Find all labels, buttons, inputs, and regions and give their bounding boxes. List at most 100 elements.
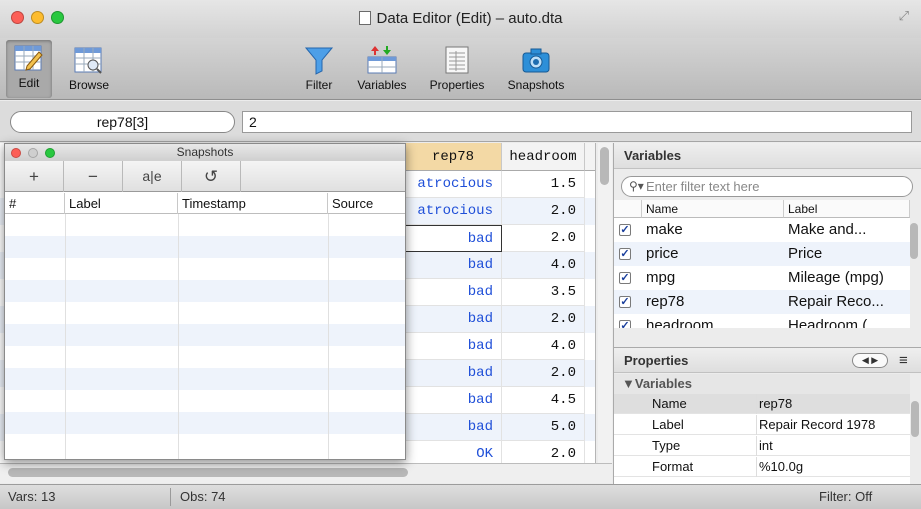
- snapshots-col-timestamp[interactable]: Timestamp: [178, 193, 328, 214]
- search-icon[interactable]: ⚲▾: [629, 177, 644, 196]
- snapshots-col-number[interactable]: #: [5, 193, 65, 214]
- variable-name: rep78: [646, 293, 685, 310]
- grid-horizontal-scroll-thumb[interactable]: [8, 468, 408, 477]
- snapshots-button[interactable]: Snapshots: [500, 40, 572, 92]
- edit-mode-button[interactable]: Edit: [6, 40, 52, 98]
- vars-count: Vars: 13: [8, 489, 56, 504]
- column-header-rep78[interactable]: rep78: [405, 143, 502, 171]
- properties-menu-icon[interactable]: ≡: [899, 348, 908, 374]
- status-bar: Vars: 13 Obs: 74 Filter: Off: [0, 484, 921, 509]
- variables-col-name[interactable]: Name: [642, 200, 784, 218]
- grid-vertical-scroll-thumb[interactable]: [600, 147, 609, 185]
- properties-table: Name rep78 Label Repair Record 1978 Type int F…: [614, 394, 910, 484]
- cell-headroom[interactable]: 4.0: [502, 252, 585, 279]
- cell-reference-field[interactable]: rep78[3]: [10, 111, 235, 133]
- toolbar: Edit Browse Filter Variables Properties …: [0, 38, 921, 100]
- variable-row[interactable]: ✓ headroom Headroom (: [614, 314, 910, 328]
- properties-panel-title: Properties ◀ ▶ ≡: [614, 347, 921, 373]
- properties-group-header[interactable]: ▼Variables: [614, 374, 910, 394]
- cell-headroom[interactable]: 3.5: [502, 279, 585, 306]
- property-row[interactable]: Type int: [614, 436, 910, 456]
- variables-table: Name Label ✓ make Make and... ✓ price Price ✓ m…: [614, 200, 910, 328]
- cell-rep78[interactable]: OK: [405, 441, 502, 463]
- cell-headroom[interactable]: 2.0: [502, 225, 585, 252]
- status-divider: [170, 488, 171, 506]
- variable-label: Repair Reco...: [788, 293, 884, 310]
- cell-headroom[interactable]: 5.0: [502, 414, 585, 441]
- variable-label: Mileage (mpg): [788, 269, 884, 286]
- property-row[interactable]: Label Repair Record 1978: [614, 415, 910, 435]
- variable-checkbox[interactable]: ✓: [619, 224, 631, 236]
- variable-checkbox[interactable]: ✓: [619, 320, 631, 328]
- remove-snapshot-button[interactable]: −: [64, 161, 123, 192]
- window-title: Data Editor (Edit) – auto.dta: [0, 10, 921, 27]
- property-row[interactable]: Format %10.0g: [614, 457, 910, 477]
- grid-vertical-scrollbar[interactable]: [598, 143, 612, 463]
- variables-col-check: [614, 200, 642, 218]
- cell-rep78[interactable]: bad: [405, 252, 502, 279]
- cell-headroom[interactable]: 2.0: [502, 441, 585, 463]
- property-value: Repair Record 1978: [756, 415, 906, 435]
- prev-next-variable-buttons[interactable]: ◀ ▶: [852, 353, 888, 368]
- variables-filter-input[interactable]: ⚲▾ Enter filter text here: [621, 176, 913, 197]
- fullscreen-icon[interactable]: ⤢: [899, 8, 909, 24]
- filter-button[interactable]: Filter: [297, 40, 341, 92]
- snapshots-toolbar: + − a|e ↺: [5, 161, 405, 192]
- variable-row[interactable]: ✓ rep78 Repair Reco...: [614, 290, 910, 314]
- cell-rep78[interactable]: atrocious: [405, 198, 502, 225]
- camera-icon: [522, 48, 550, 73]
- cell-headroom[interactable]: 1.5: [502, 171, 585, 198]
- document-icon: [358, 11, 371, 25]
- snapshots-divider: [65, 214, 66, 459]
- cell-rep78[interactable]: bad: [405, 306, 502, 333]
- snapshots-close-button[interactable]: [11, 148, 21, 158]
- cell-headroom[interactable]: 2.0: [502, 360, 585, 387]
- cell-rep78[interactable]: bad: [405, 414, 502, 441]
- column-header-headroom[interactable]: headroom: [502, 143, 585, 171]
- cell-rep78[interactable]: bad: [405, 225, 502, 252]
- cell-value-input[interactable]: 2: [242, 111, 912, 133]
- add-snapshot-button[interactable]: +: [5, 161, 64, 192]
- snapshots-zoom-button[interactable]: [45, 148, 55, 158]
- snapshots-col-source[interactable]: Source: [328, 193, 405, 214]
- browse-mode-button[interactable]: Browse: [63, 40, 115, 92]
- browse-grid-icon: [74, 47, 102, 74]
- cell-rep78[interactable]: bad: [405, 387, 502, 414]
- variable-row[interactable]: ✓ price Price: [614, 242, 910, 266]
- property-key: Name: [652, 396, 687, 411]
- variables-col-label[interactable]: Label: [784, 200, 910, 218]
- snapshots-window: Snapshots + − a|e ↺ # Label Timestamp So…: [4, 143, 406, 460]
- filter-status: Filter: Off: [819, 489, 873, 504]
- variables-scrollbar-thumb[interactable]: [910, 223, 918, 259]
- variable-row[interactable]: ✓ mpg Mileage (mpg): [614, 266, 910, 290]
- snapshots-divider: [328, 214, 329, 459]
- variable-checkbox[interactable]: ✓: [619, 248, 631, 260]
- side-panels: Variables ⚲▾ Enter filter text here Name…: [613, 143, 921, 484]
- property-value: rep78: [756, 394, 906, 414]
- properties-scrollbar-thumb[interactable]: [911, 401, 919, 437]
- snapshots-minimize-button[interactable]: [28, 148, 38, 158]
- variable-label: Price: [788, 245, 823, 262]
- property-row[interactable]: Name rep78: [614, 394, 910, 414]
- cell-rep78[interactable]: bad: [405, 333, 502, 360]
- obs-count: Obs: 74: [180, 489, 226, 504]
- variable-label: Make and...: [788, 221, 867, 238]
- cell-rep78[interactable]: bad: [405, 360, 502, 387]
- variable-checkbox[interactable]: ✓: [619, 296, 631, 308]
- properties-button[interactable]: Properties: [420, 40, 494, 92]
- restore-snapshot-button[interactable]: ↺: [182, 161, 241, 192]
- variable-row[interactable]: ✓ make Make and...: [614, 218, 910, 242]
- snapshots-col-label[interactable]: Label: [65, 193, 178, 214]
- variables-icon: [367, 46, 397, 74]
- cell-headroom[interactable]: 2.0: [502, 198, 585, 225]
- cell-rep78[interactable]: bad: [405, 279, 502, 306]
- cell-headroom[interactable]: 2.0: [502, 306, 585, 333]
- snapshots-table-header: # Label Timestamp Source: [5, 193, 405, 214]
- rename-snapshot-button[interactable]: a|e: [123, 161, 182, 192]
- cell-rep78[interactable]: atrocious: [405, 171, 502, 198]
- variable-checkbox[interactable]: ✓: [619, 272, 631, 284]
- cell-headroom[interactable]: 4.5: [502, 387, 585, 414]
- edit-grid-icon: [14, 45, 43, 71]
- variables-button[interactable]: Variables: [346, 40, 418, 92]
- cell-headroom[interactable]: 4.0: [502, 333, 585, 360]
